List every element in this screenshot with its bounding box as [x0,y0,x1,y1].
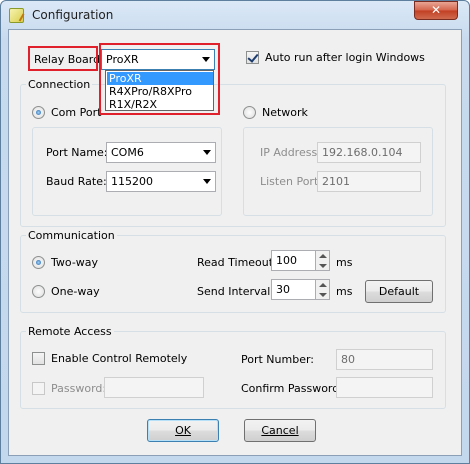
relay-board-label-highlight [28,46,98,71]
port-name-select[interactable]: COM6 [106,142,216,163]
ok-button[interactable]: OK [147,419,219,442]
title-bar[interactable]: Configuration [1,1,469,28]
dropdown-option-r1x-r2x[interactable]: R1X/R2X [107,98,213,111]
two-way-radio[interactable] [32,256,45,269]
cancel-button[interactable]: Cancel [244,419,316,442]
configuration-app-icon [9,8,24,23]
default-button[interactable]: Default [365,280,433,303]
dropdown-option-proxr[interactable]: ProXR [107,72,213,85]
password-checkbox[interactable] [32,382,45,395]
auto-run-checkbox[interactable] [246,51,259,64]
two-way-label: Two-way [51,256,99,269]
communication-group-title: Communication [26,229,117,242]
one-way-radio[interactable] [32,285,45,298]
enable-control-checkbox[interactable] [32,352,45,365]
port-number-label: Port Number: [241,353,315,366]
baud-rate-select[interactable]: 115200 [106,171,216,192]
listen-port-label: Listen Port: [260,175,322,188]
network-radio[interactable] [243,106,256,119]
ok-button-label: OK [175,424,191,437]
enable-control-label: Enable Control Remotely [51,352,188,365]
connection-group-title: Connection [26,78,93,91]
window-title: Configuration [32,8,114,22]
read-timeout-label: Read Timeout: [197,256,277,269]
remote-access-group-title: Remote Access [26,325,114,338]
ip-address-field[interactable]: 192.168.0.104 [317,142,421,163]
baud-rate-label: Baud Rate: [46,175,107,188]
send-interval-unit: ms [336,285,353,298]
network-label: Network [262,106,308,119]
password-field[interactable] [104,377,204,398]
read-timeout-spinner[interactable] [316,250,330,271]
confirm-password-field[interactable] [336,377,433,398]
dialog-body: Relay Board: ProXR Auto run after login … [8,29,462,456]
port-name-label: Port Name: [46,146,108,159]
com-port-radio[interactable] [32,106,45,119]
send-interval-input[interactable]: 30 [271,279,316,300]
send-interval-spinner[interactable] [316,279,330,300]
chevron-down-icon [203,150,211,155]
port-number-field[interactable]: 80 [336,349,433,370]
read-timeout-unit: ms [336,256,353,269]
confirm-password-label: Confirm Password: [241,382,343,395]
listen-port-field[interactable]: 2101 [317,171,421,192]
chevron-down-icon [203,179,211,184]
com-port-label: Com Port [51,106,102,119]
send-interval-label: Send Interval: [197,285,275,298]
close-icon[interactable]: ✕ [414,1,458,20]
cancel-button-label: Cancel [261,424,299,437]
ip-address-label: IP Address: [260,146,321,159]
dropdown-option-r4xpro-r8xpro[interactable]: R4XPro/R8XPro [107,85,213,98]
read-timeout-input[interactable]: 100 [271,250,316,271]
password-label: Password: [51,382,107,395]
auto-run-label: Auto run after login Windows [265,51,425,64]
baud-rate-value: 115200 [111,175,153,188]
one-way-label: One-way [51,285,100,298]
relay-board-dropdown-list: ProXR R4XPro/R8XPro R1X/R2X [105,70,214,111]
port-name-value: COM6 [111,146,144,159]
